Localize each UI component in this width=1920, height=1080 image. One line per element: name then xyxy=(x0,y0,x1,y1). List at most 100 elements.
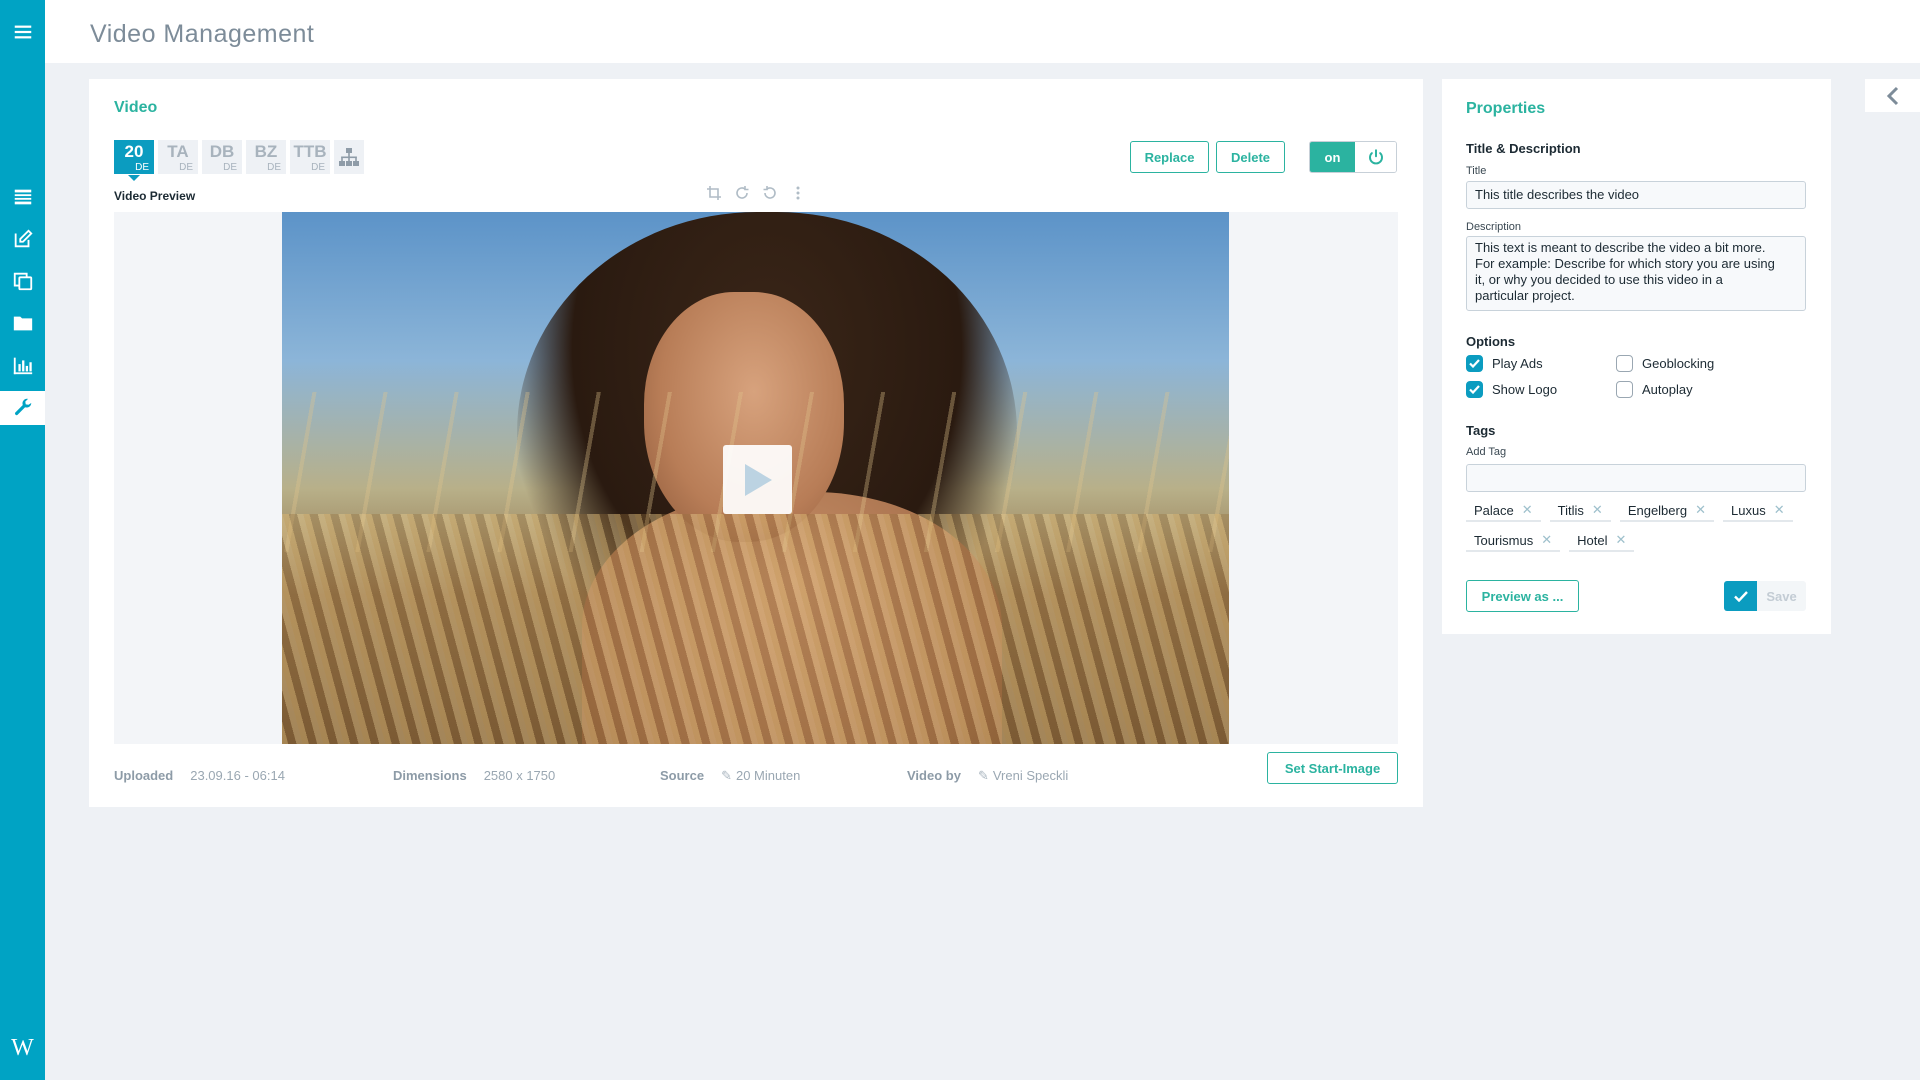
video-by-value-link[interactable]: ✎ Vreni Speckli xyxy=(978,768,1068,784)
remove-tag-icon[interactable]: ✕ xyxy=(1541,532,1552,548)
source-value-link[interactable]: ✎ 20 Minuten xyxy=(721,768,800,784)
language-tabs: 20 DE TA DE DB DE BZ DE TTB DE xyxy=(114,140,364,181)
confirm-button[interactable] xyxy=(1724,581,1757,611)
lang-tab-ta[interactable]: TA DE xyxy=(158,140,198,174)
dimensions-label: Dimensions xyxy=(393,768,467,783)
tag-item: Hotel ✕ xyxy=(1569,530,1635,552)
lang-tab-sub: DE xyxy=(179,162,193,173)
meta-video-by: Video by ✎ Vreni Speckli xyxy=(907,768,1068,784)
remove-tag-icon[interactable]: ✕ xyxy=(1592,502,1603,518)
lang-tab-db[interactable]: DB DE xyxy=(202,140,242,174)
brand-logo[interactable]: W xyxy=(0,1035,45,1062)
properties-title: Properties xyxy=(1466,100,1546,117)
play-button[interactable] xyxy=(723,445,792,514)
checkbox-autoplay[interactable]: Autoplay xyxy=(1616,381,1693,398)
thumbnail-wheat-near xyxy=(282,514,1229,744)
checkbox-label: Show Logo xyxy=(1492,382,1558,397)
lang-tab-code: TA xyxy=(167,142,189,161)
source-label: Source xyxy=(660,768,705,783)
tag-label: Palace xyxy=(1474,502,1514,518)
remove-tag-icon[interactable]: ✕ xyxy=(1616,532,1627,548)
preview-toolbar xyxy=(707,186,805,200)
play-icon xyxy=(744,463,772,496)
tag-list: Palace ✕ Titlis ✕ Engelberg ✕ Luxus ✕ Touris… xyxy=(1466,500,1806,552)
power-icon xyxy=(1368,149,1383,165)
lang-tab-code: DB xyxy=(209,142,235,161)
video-card-title: Video xyxy=(114,99,158,116)
sidebar: W xyxy=(0,0,45,1080)
checkbox-geoblocking[interactable]: Geoblocking xyxy=(1616,355,1714,372)
set-start-image-button[interactable]: Set Start-Image xyxy=(1267,752,1398,784)
checkbox-play-ads[interactable]: Play Ads xyxy=(1466,355,1543,372)
dimensions-value: 2580 x 1750 xyxy=(483,768,556,783)
tag-item: Palace ✕ xyxy=(1466,500,1541,522)
power-button[interactable] xyxy=(1355,142,1396,172)
tag-label: Engelberg xyxy=(1627,502,1688,518)
options-heading: Options xyxy=(1466,334,1516,349)
page-title: Video Management xyxy=(90,20,315,48)
preview-as-button[interactable]: Preview as ... xyxy=(1466,580,1579,612)
delete-button[interactable]: Delete xyxy=(1216,141,1285,173)
crop-icon[interactable] xyxy=(707,186,721,200)
chart-icon[interactable] xyxy=(0,348,45,382)
tag-item: Luxus ✕ xyxy=(1723,500,1793,522)
rotate-right-icon[interactable] xyxy=(735,186,749,200)
video-preview-area xyxy=(114,212,1398,744)
source-value: 20 Minuten xyxy=(735,768,801,783)
save-button[interactable]: Save xyxy=(1757,581,1806,611)
meta-uploaded: Uploaded 23.09.16 - 06:14 xyxy=(114,768,285,783)
list-icon[interactable] xyxy=(0,180,45,214)
meta-dimensions: Dimensions 2580 x 1750 xyxy=(393,768,555,783)
title-label: Title xyxy=(1466,165,1487,177)
tag-label: Hotel xyxy=(1577,532,1608,548)
remove-tag-icon[interactable]: ✕ xyxy=(1695,502,1706,518)
lang-tab-code: 20 xyxy=(124,142,144,161)
lang-tab-bz[interactable]: BZ DE xyxy=(246,140,286,174)
tag-item: Engelberg ✕ xyxy=(1619,500,1714,522)
rotate-left-icon[interactable] xyxy=(763,186,777,200)
description-textarea[interactable]: This text is meant to describe the video… xyxy=(1466,236,1806,311)
menu-icon[interactable] xyxy=(0,15,45,49)
title-input[interactable]: This title describes the video xyxy=(1466,181,1806,209)
toggle-on-label[interactable]: on xyxy=(1310,142,1355,172)
more-vertical-icon[interactable] xyxy=(791,186,805,200)
title-description-heading: Title & Description xyxy=(1466,141,1581,156)
tag-item: Tourismus ✕ xyxy=(1466,530,1561,552)
lang-tab-sub: DE xyxy=(311,162,325,173)
checkbox-checked-icon xyxy=(1466,381,1483,398)
edit-icon[interactable] xyxy=(0,222,45,256)
check-icon xyxy=(1733,590,1748,602)
tag-item: Titlis ✕ xyxy=(1549,500,1611,522)
video-by-value: Vreni Speckli xyxy=(992,768,1069,783)
video-by-label: Video by xyxy=(907,768,961,783)
sitemap-tab[interactable] xyxy=(334,140,364,174)
wrench-icon[interactable] xyxy=(0,391,45,425)
add-tag-input[interactable] xyxy=(1466,464,1806,492)
remove-tag-icon[interactable]: ✕ xyxy=(1522,502,1533,518)
lang-tab-20[interactable]: 20 DE xyxy=(114,140,154,181)
properties-card: Properties Title & Description Title Thi… xyxy=(1442,79,1831,634)
collapse-panel-button[interactable] xyxy=(1865,79,1920,112)
meta-source: Source ✎ 20 Minuten xyxy=(660,768,800,784)
description-label: Description xyxy=(1466,221,1522,233)
replace-button[interactable]: Replace xyxy=(1130,141,1209,173)
chevron-left-icon xyxy=(1886,86,1898,105)
pencil-icon: ✎ xyxy=(977,768,989,783)
tag-label: Tourismus xyxy=(1474,532,1534,548)
save-button-group: Save xyxy=(1724,581,1806,611)
checkbox-unchecked-icon xyxy=(1616,381,1633,398)
lang-tab-sub: DE xyxy=(267,162,281,173)
publish-toggle[interactable]: on xyxy=(1309,141,1397,173)
video-thumbnail[interactable] xyxy=(282,212,1229,744)
checkbox-label: Play Ads xyxy=(1492,356,1543,371)
remove-tag-icon[interactable]: ✕ xyxy=(1774,502,1785,518)
checkbox-show-logo[interactable]: Show Logo xyxy=(1466,381,1557,398)
uploaded-value: 23.09.16 - 06:14 xyxy=(190,768,285,783)
lang-tab-code: TTB xyxy=(293,142,327,161)
lang-tab-ttb[interactable]: TTB DE xyxy=(290,140,330,174)
lang-tab-sub: DE xyxy=(135,162,149,173)
copy-icon[interactable] xyxy=(0,264,45,298)
tag-label: Luxus xyxy=(1731,502,1766,518)
video-preview-label: Video Preview xyxy=(114,189,196,203)
folder-icon[interactable] xyxy=(0,306,45,340)
